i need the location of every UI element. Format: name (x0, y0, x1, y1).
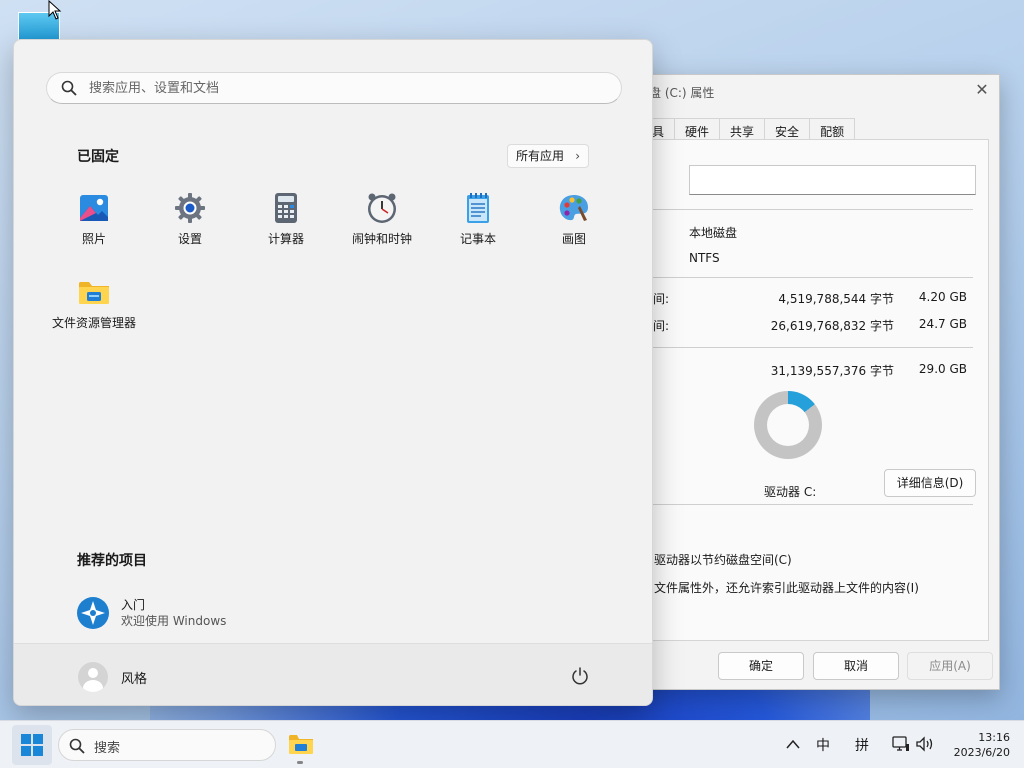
all-apps-button[interactable]: 所有应用 › (507, 144, 590, 168)
recommended-item-subtitle: 欢迎使用 Windows (121, 614, 227, 628)
divider (641, 277, 973, 278)
chevron-up-icon[interactable] (786, 739, 800, 749)
photos-icon (80, 195, 108, 221)
clock-icon (368, 193, 396, 223)
recommended-title: 推荐的项目 (77, 553, 147, 569)
clock-time: 13:16 (978, 731, 1010, 744)
pinned-app-label: 画图 (561, 232, 586, 246)
divider (641, 347, 973, 348)
paint-icon (559, 195, 588, 221)
recommended-item-get-started[interactable]: 入门 欢迎使用 Windows (77, 595, 327, 631)
ok-button[interactable]: 确定 (718, 652, 804, 680)
disk-usage-donut-chart (754, 391, 822, 459)
calculator-icon (275, 193, 297, 223)
running-indicator (297, 761, 303, 764)
capacity-size: 29.0 GB (918, 362, 967, 376)
chevron-right-icon: › (575, 149, 581, 163)
used-space-bytes: 4,519,788,544 字节 (778, 292, 894, 306)
clock-date: 2023/6/20 (953, 746, 1010, 759)
capacity-bytes: 31,139,557,376 字节 (770, 364, 894, 378)
drive-name-field[interactable] (689, 165, 976, 195)
used-space-size: 4.20 GB (918, 290, 967, 304)
get-started-icon (77, 597, 109, 629)
details-button[interactable]: 详细信息(D) (884, 469, 976, 497)
pinned-app-label: 文件资源管理器 (51, 316, 136, 330)
pinned-title: 已固定 (77, 149, 119, 165)
pinned-app-file-explorer[interactable]: 文件资源管理器 (46, 276, 142, 340)
filesystem-value: NTFS (689, 251, 720, 265)
tab-quota[interactable]: 配额 (809, 118, 856, 140)
search-icon (61, 80, 77, 96)
close-icon[interactable]: ✕ (973, 81, 991, 99)
apply-button[interactable]: 应用(A) (907, 652, 993, 680)
divider (641, 504, 973, 505)
ime-mode-indicator[interactable]: 中 (816, 735, 830, 755)
tab-hardware[interactable]: 硬件 (674, 118, 721, 140)
power-icon[interactable] (570, 666, 590, 686)
window-title: 盘 (C:) 属性 (649, 86, 715, 100)
all-apps-label: 所有应用 (516, 149, 565, 163)
settings-gear-icon (175, 193, 205, 223)
notepad-icon (467, 193, 489, 223)
folder-icon (79, 282, 109, 304)
start-menu-footer: 风格 (14, 643, 652, 705)
tab-sharing[interactable]: 共享 (719, 118, 766, 140)
windows-logo-icon (21, 734, 43, 756)
compress-drive-option[interactable]: 驱动器以节约磁盘空间(C) (654, 551, 792, 568)
start-search-input[interactable] (89, 78, 589, 98)
start-button[interactable] (12, 725, 52, 765)
taskbar-search-box[interactable]: 搜索 (58, 729, 276, 761)
divider (641, 209, 973, 210)
file-explorer-taskbar-icon[interactable] (288, 733, 314, 755)
free-space-bytes: 26,619,768,832 字节 (770, 319, 894, 333)
pinned-app-paint[interactable]: 画图 (526, 192, 622, 256)
search-icon (69, 738, 85, 754)
cancel-button[interactable]: 取消 (813, 652, 899, 680)
mouse-cursor-icon (48, 0, 62, 20)
ime-name-indicator[interactable]: 拼 (855, 735, 869, 755)
drive-type-value: 本地磁盘 (689, 226, 738, 240)
tab-security[interactable]: 安全 (764, 118, 811, 140)
user-name[interactable]: 风格 (121, 668, 147, 687)
taskbar: 搜索 中 拼 13:16 2023/6/20 (0, 720, 1024, 768)
user-avatar[interactable] (78, 662, 108, 692)
properties-tabs: 具 硬件 共享 安全 配额 (641, 118, 856, 140)
index-drive-option[interactable]: 文件属性外，还允许索引此驱动器上文件的内容(I) (654, 579, 919, 596)
free-space-size: 24.7 GB (918, 317, 967, 331)
start-menu: 已固定 所有应用 › 照片 设置 (13, 39, 653, 706)
start-search-box[interactable] (46, 72, 622, 104)
volume-icon[interactable] (915, 735, 935, 753)
system-clock[interactable]: 13:16 2023/6/20 (944, 730, 1010, 760)
recommended-item-title: 入门 (121, 598, 146, 612)
drive-properties-window: 盘 (C:) 属性 ✕ 具 硬件 共享 安全 配额 本地磁盘 NTFS 空间: … (600, 74, 1000, 690)
taskbar-search-label: 搜索 (94, 741, 121, 756)
network-icon[interactable] (892, 735, 910, 753)
drive-label: 驱动器 C: (764, 485, 817, 499)
